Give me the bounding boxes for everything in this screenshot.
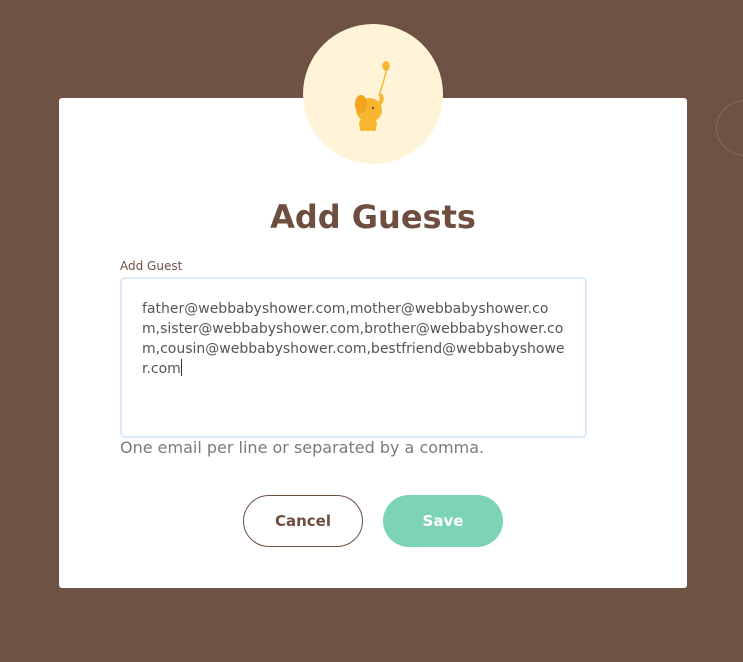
logo-badge	[303, 24, 443, 164]
modal-title: Add Guests	[270, 198, 476, 236]
cancel-button[interactable]: Cancel	[243, 495, 363, 547]
background-decoration	[716, 100, 743, 156]
guest-emails-value: father@webbabyshower.com,mother@webbabys…	[142, 301, 565, 377]
guest-emails-textarea[interactable]: father@webbabyshower.com,mother@webbabys…	[120, 277, 587, 438]
text-caret	[180, 359, 182, 376]
elephant-balloon-icon	[355, 61, 390, 131]
save-button[interactable]: Save	[383, 495, 503, 547]
add-guest-label: Add Guest	[120, 259, 183, 273]
helper-text: One email per line or separated by a com…	[120, 438, 485, 457]
add-guests-modal: Add Guests Add Guest father@webbabyshowe…	[59, 98, 687, 588]
